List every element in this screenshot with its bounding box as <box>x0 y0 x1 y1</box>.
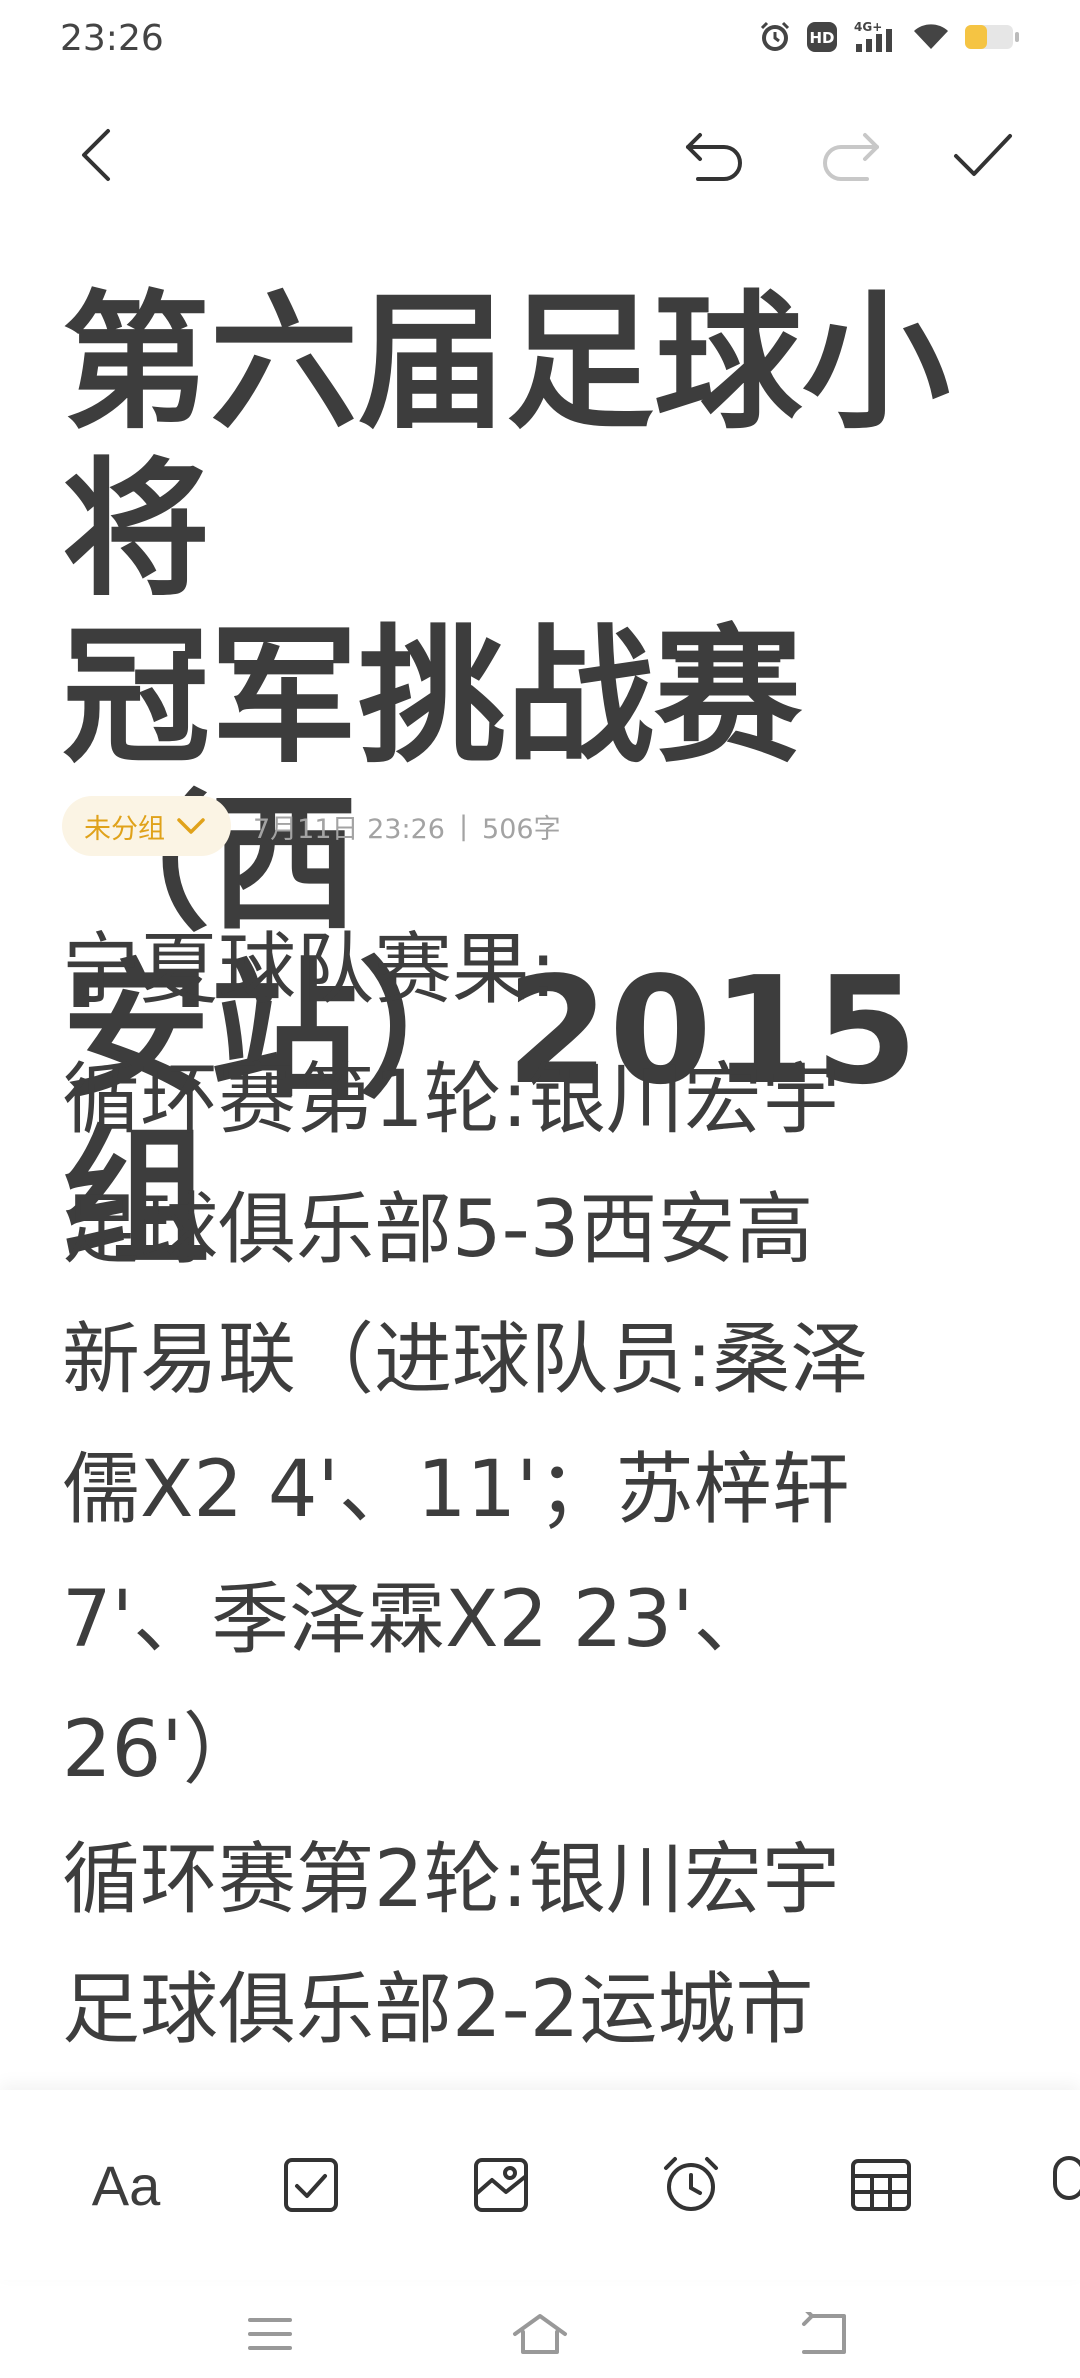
insert-image-button[interactable] <box>466 2150 536 2220</box>
group-selector[interactable]: 未分组 <box>62 796 231 856</box>
text-style-button[interactable]: Aa <box>86 2150 166 2220</box>
recent-apps-button[interactable] <box>240 2304 300 2364</box>
body-line: 足球俱乐部5-3西安高 <box>62 1185 814 1275</box>
status-icons: HD 4G+ <box>758 20 1020 54</box>
body-line: 儒X2 4'、11'；苏梓轩 <box>62 1445 850 1535</box>
group-label: 未分组 <box>84 813 165 845</box>
microphone-icon <box>1053 2156 1080 2200</box>
body-line: 循环赛第2轮:银川宏宇 <box>62 1835 840 1925</box>
checklist-button[interactable] <box>276 2150 346 2220</box>
redo-button[interactable] <box>815 120 885 190</box>
svg-text:HD: HD <box>809 29 834 47</box>
home-button[interactable] <box>510 2304 570 2364</box>
system-nav-bar <box>0 2290 1080 2378</box>
back-arrow-icon <box>82 129 110 181</box>
undo-button[interactable] <box>680 120 750 190</box>
system-back-button[interactable] <box>794 2304 854 2364</box>
table-icon <box>851 2159 911 2211</box>
note-info: 7月11日 23:26 | 506字 <box>253 807 561 846</box>
note-title-line: 冠军挑战赛（西 <box>62 611 802 950</box>
body-line: 26'） <box>62 1705 261 1795</box>
back-icon <box>802 2312 846 2354</box>
voice-input-button[interactable] <box>1036 2150 1080 2220</box>
body-line: 宁夏球队赛果: <box>62 925 557 1015</box>
format-toolbar: Aa <box>0 2090 1080 2280</box>
body-line: 足球俱乐部2-2运城市 <box>62 1965 814 2055</box>
signal-4g-icon: 4G+ <box>852 20 898 54</box>
chevron-down-icon <box>177 818 205 834</box>
checkbox-icon <box>284 2158 338 2212</box>
menu-icon <box>248 2318 292 2350</box>
redo-icon <box>823 133 879 181</box>
svg-text:4G+: 4G+ <box>854 20 882 34</box>
note-date: 7月11日 23:26 <box>253 813 445 845</box>
status-time: 23:26 <box>60 18 164 59</box>
insert-table-button[interactable] <box>846 2150 916 2220</box>
note-body[interactable]: 宁夏球队赛果: 循环赛第1轮:银川宏宇 足球俱乐部5-3西安高 新易联（进球队员… <box>62 905 1042 2075</box>
hd-icon: HD <box>806 21 838 53</box>
home-icon <box>513 2314 567 2354</box>
body-line: 循环赛第1轮:银川宏宇 <box>62 1055 840 1145</box>
alarm-icon <box>758 20 792 54</box>
done-button[interactable] <box>948 120 1018 190</box>
body-line: 7'、季泽霖X2 23'、 <box>62 1575 772 1665</box>
word-count: 506字 <box>482 813 561 845</box>
note-title-line: 第六届足球小将 <box>62 277 950 616</box>
reminder-button[interactable] <box>656 2150 726 2220</box>
status-bar: 23:26 HD 4G+ <box>0 0 1080 80</box>
editor-toolbar <box>0 110 1080 200</box>
note-meta: 未分组 7月11日 23:26 | 506字 <box>62 796 561 856</box>
battery-icon <box>964 22 1020 52</box>
note-editor-screen: 23:26 HD 4G+ 第六届足球小将 冠军挑战赛（西 安站）2015组 未分… <box>0 0 1080 2378</box>
wifi-icon <box>912 21 950 53</box>
body-line: 新易联（进球队员:桑泽 <box>62 1315 869 1405</box>
image-icon <box>474 2158 528 2212</box>
back-button[interactable] <box>62 120 132 190</box>
check-icon <box>954 134 1012 176</box>
undo-icon <box>686 133 742 181</box>
alarm-clock-icon <box>664 2157 718 2211</box>
meta-separator: | <box>458 810 469 842</box>
